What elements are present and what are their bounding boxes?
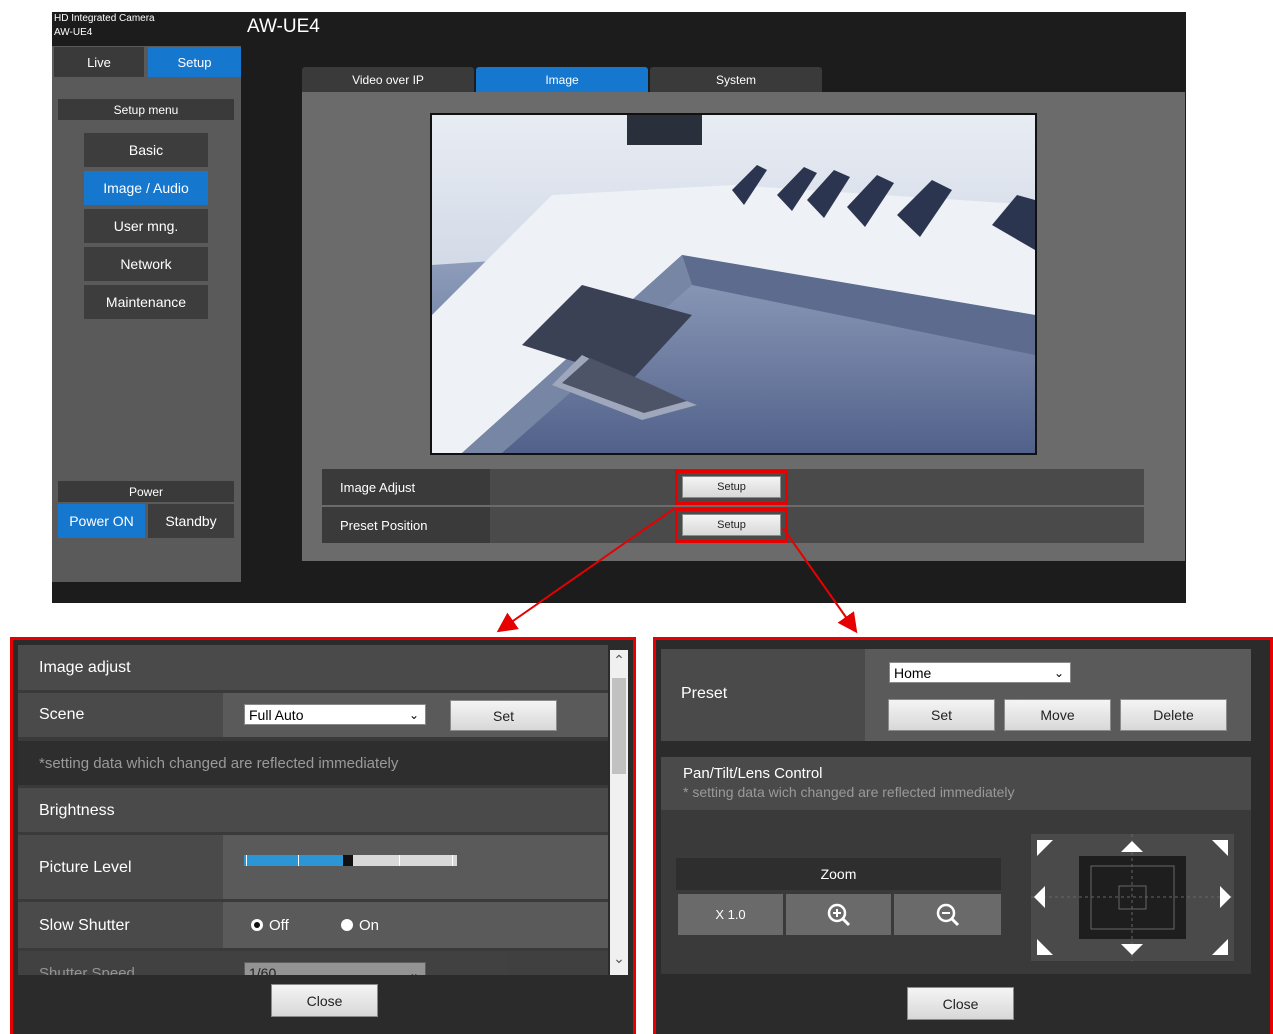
radio-off[interactable] xyxy=(251,919,263,931)
picture-level-fill xyxy=(244,855,344,866)
picture-level-handle[interactable] xyxy=(343,855,353,866)
preset-set-button[interactable]: Set xyxy=(888,699,995,731)
preset-select[interactable]: Home ⌄ xyxy=(889,662,1071,683)
ptl-header: Pan/Tilt/Lens Control * setting data wic… xyxy=(661,757,1251,810)
radio-on[interactable] xyxy=(341,919,353,931)
arrow-up-right-icon xyxy=(1212,840,1228,856)
image-adjust-header-label: Image adjust xyxy=(39,659,131,676)
scene-label: Scene xyxy=(39,706,85,723)
scene-select[interactable]: Full Auto ⌄ xyxy=(244,704,426,725)
picture-level-slider[interactable] xyxy=(244,855,457,866)
zoom-in-icon xyxy=(827,903,850,926)
zoom-out-button[interactable] xyxy=(894,894,1001,935)
arrow-up-left-icon xyxy=(1037,840,1053,856)
brightness-header: Brightness xyxy=(18,788,608,832)
scene-set-button[interactable]: Set xyxy=(450,700,557,731)
scene-row: Scene Full Auto ⌄ Set xyxy=(18,693,608,737)
picture-level-label: Picture Level xyxy=(39,859,132,876)
arrow-up-icon xyxy=(1121,841,1143,852)
ptl-panel: Pan/Tilt/Lens Control * setting data wic… xyxy=(661,757,1251,974)
arrow-right-icon xyxy=(1220,886,1231,908)
image-adjust-close-button[interactable]: Close xyxy=(271,984,378,1017)
picture-level-tick xyxy=(246,855,247,866)
pan-tilt-pad[interactable] xyxy=(1031,834,1234,961)
radio-on-label: On xyxy=(359,917,380,934)
image-adjust-header: Image adjust xyxy=(18,645,608,690)
chevron-down-icon: ⌄ xyxy=(1053,665,1064,680)
zoom-label-cell: Zoom xyxy=(676,858,1001,890)
pan-tilt-grid xyxy=(1031,834,1234,961)
arrow-to-image-adjust xyxy=(496,507,676,633)
popup-inner: Image adjust Scene Full Auto ⌄ Set *sett… xyxy=(18,645,608,975)
picture-level-tick xyxy=(298,855,299,866)
scrollbar[interactable]: ⌃ ⌄ xyxy=(610,650,628,975)
preset-position-popup: Preset Home ⌄ Set Move Delete Pan/Tilt/L… xyxy=(653,637,1273,1034)
scroll-down-icon[interactable]: ⌄ xyxy=(610,950,628,970)
radio-off-label: Off xyxy=(269,917,289,934)
zoom-value: X 1.0 xyxy=(678,894,783,935)
picture-level-value-cell xyxy=(223,835,608,899)
arrow-left-icon xyxy=(1034,886,1045,908)
zoom-in-button[interactable] xyxy=(786,894,891,935)
brightness-label: Brightness xyxy=(39,802,115,819)
ptl-note: * setting data wich changed are reflecte… xyxy=(683,784,1015,800)
note-text: *setting data which changed are reflecte… xyxy=(39,755,399,772)
shutter-speed-select[interactable]: 1/60 ⌄ xyxy=(244,962,426,975)
arrow-down-right-icon xyxy=(1212,939,1228,955)
image-adjust-popup: Image adjust Scene Full Auto ⌄ Set *sett… xyxy=(10,637,636,1034)
arrow-down-left-icon xyxy=(1037,939,1053,955)
picture-level-tick xyxy=(399,855,400,866)
scrollbar-thumb[interactable] xyxy=(612,678,626,774)
arrow-down-icon xyxy=(1121,944,1143,955)
slow-shutter-row: Slow Shutter Off On xyxy=(18,902,608,948)
shutter-speed-row: Shutter Speed 1/60 ⌄ xyxy=(18,951,608,975)
picture-level-row: Picture Level xyxy=(18,835,608,899)
chevron-down-icon: ⌄ xyxy=(408,965,419,976)
picture-level-tick xyxy=(452,855,453,866)
scroll-up-icon[interactable]: ⌃ xyxy=(610,652,628,672)
chevron-down-icon: ⌄ xyxy=(408,707,419,722)
preset-row: Preset Home ⌄ Set Move Delete xyxy=(661,649,1251,741)
preset-select-value: Home xyxy=(894,664,932,681)
radio-off-dot xyxy=(254,922,260,928)
scene-select-value: Full Auto xyxy=(249,706,304,723)
ptl-title: Pan/Tilt/Lens Control xyxy=(683,765,823,782)
slow-shutter-label: Slow Shutter xyxy=(39,917,130,934)
arrow-to-preset-position xyxy=(782,527,858,634)
preset-move-button[interactable]: Move xyxy=(1004,699,1111,731)
shutter-speed-label: Shutter Speed xyxy=(39,965,135,975)
zoom-out-icon xyxy=(936,903,959,926)
zoom-label: Zoom xyxy=(820,866,857,882)
preset-close-button[interactable]: Close xyxy=(907,987,1014,1020)
shutter-speed-value: 1/60 xyxy=(249,964,277,976)
preset-delete-button[interactable]: Delete xyxy=(1120,699,1227,731)
preset-label: Preset xyxy=(681,685,728,702)
note-row: *setting data which changed are reflecte… xyxy=(18,741,608,785)
